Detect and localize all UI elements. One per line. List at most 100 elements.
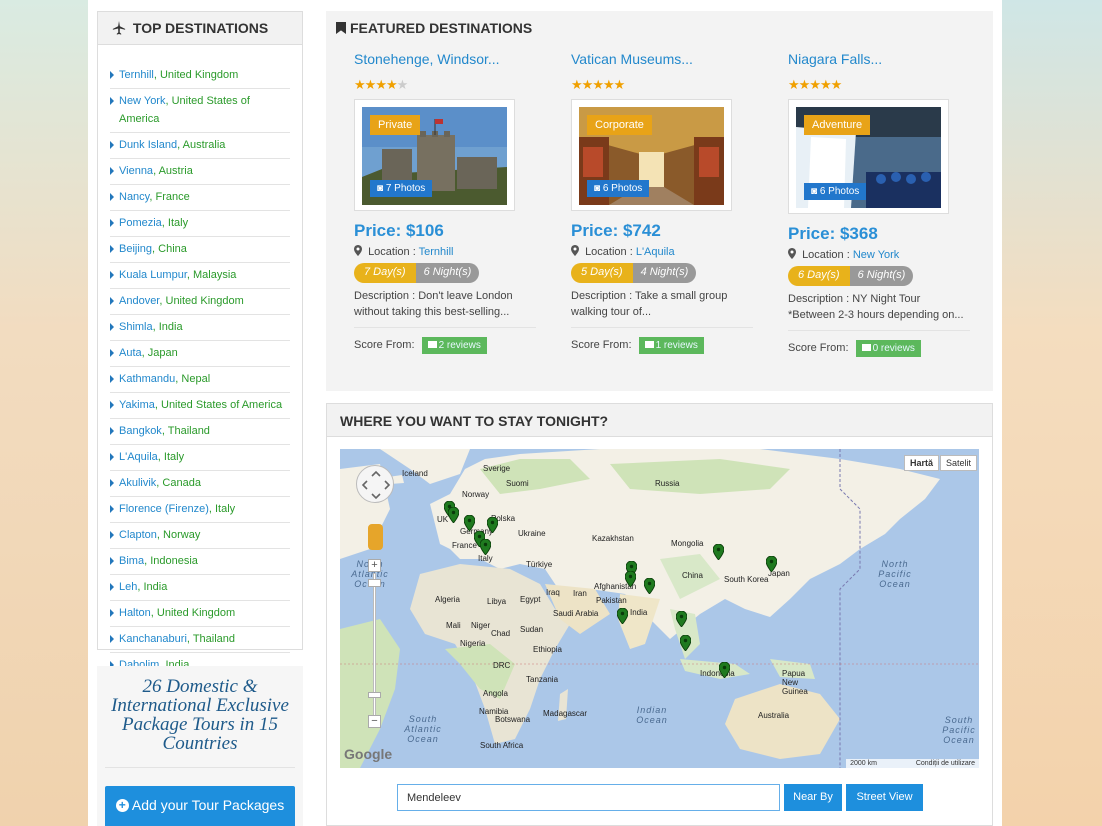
destination-item[interactable]: Ternhill, United Kingdom [110,63,290,89]
destination-city[interactable]: Dunk Island [119,139,177,151]
destination-item[interactable]: Kuala Lumpur, Malaysia [110,263,290,289]
destination-city[interactable]: Akulivik [119,477,156,489]
destination-item[interactable]: New York, United States of America [110,89,290,133]
destination-item[interactable]: Nancy, France [110,185,290,211]
featured-header: FEATURED DESTINATIONS [336,20,532,36]
destination-item[interactable]: Bangkok, Thailand [110,419,290,445]
card-thumbnail[interactable]: Corporate ◙ 6 Photos [571,99,732,211]
map-marker[interactable] [464,515,475,531]
location-search-input[interactable] [397,784,780,811]
destination-city[interactable]: Vienna [119,165,153,177]
near-by-button[interactable]: Near By [784,784,842,811]
card-title[interactable]: Niagara Falls... [788,51,978,71]
location-link[interactable]: Ternhill [419,246,454,258]
reviews-count: 2 reviews [438,340,481,351]
destination-item[interactable]: Florence (Firenze), Italy [110,497,290,523]
destination-item[interactable]: Kanchanaburi, Thailand [110,627,290,653]
destination-city[interactable]: Kathmandu [119,373,175,385]
destination-item[interactable]: Auta, Japan [110,341,290,367]
map-marker[interactable] [713,544,724,560]
add-tour-label: Add your Tour Packages [131,797,285,813]
map-marker[interactable] [617,608,628,624]
destination-city[interactable]: Halton [119,607,151,619]
destination-city[interactable]: Kuala Lumpur [119,269,187,281]
street-view-button[interactable]: Street View [846,784,923,811]
destination-country: Australia [182,139,226,151]
top-destinations-panel: TOP DESTINATIONS Ternhill, United Kingdo… [97,11,303,679]
map-label: Norway [462,490,490,499]
map-marker[interactable] [644,578,655,594]
map-marker[interactable] [487,517,498,533]
map-marker[interactable] [448,507,459,523]
map-label: South Korea [724,575,769,584]
destination-city[interactable]: Clapton [119,529,157,541]
destination-item[interactable]: Clapton, Norway [110,523,290,549]
map-marker[interactable] [676,611,687,627]
terms-link[interactable]: Condiții de utilizare [916,760,975,767]
map-marker[interactable] [766,556,777,572]
destination-item[interactable]: Vienna, Austria [110,159,290,185]
card-thumbnail[interactable]: Adventure ◙ 6 Photos [788,99,949,214]
destination-item[interactable]: Leh, India [110,575,290,601]
destination-city[interactable]: Auta [119,347,142,359]
map-marker[interactable] [719,662,730,678]
world-map[interactable]: North Atlantic Ocean North Pacific Ocean… [340,449,979,768]
add-tour-button[interactable]: + Add your Tour Packages [105,786,295,826]
zoom-slider-handle[interactable] [368,579,381,587]
destination-city[interactable]: Florence (Firenze) [119,503,209,515]
destination-city[interactable]: Bima [119,555,144,567]
map-label: DRC [493,661,511,670]
destination-city[interactable]: Nancy [119,191,149,203]
destination-item[interactable]: Beijing, China [110,237,290,263]
destination-item[interactable]: Yakima, United States of America [110,393,290,419]
destination-city[interactable]: L'Aquila [119,451,158,463]
destination-country: Malaysia [193,269,237,281]
zoom-slider[interactable] [373,573,376,725]
reviews-button[interactable]: 1 reviews [638,337,704,354]
destination-city[interactable]: Kanchanaburi [119,633,187,645]
card-thumbnail[interactable]: Private ◙ 7 Photos [354,99,515,211]
map-marker[interactable] [625,571,636,587]
reviews-button[interactable]: 0 reviews [855,340,921,357]
zoom-out-button[interactable]: − [368,715,381,728]
comment-icon [861,344,871,351]
zoom-in-button[interactable]: + [368,559,381,572]
destination-item[interactable]: Akulivik, Canada [110,471,290,497]
destination-city[interactable]: Pomezia [119,217,162,229]
destination-item[interactable]: Pomezia, Italy [110,211,290,237]
map-type-map-button[interactable]: Hartă [903,455,939,471]
destination-item[interactable]: L'Aquila, Italy [110,445,290,471]
map-marker[interactable] [680,635,691,651]
street-view-pegman-icon[interactable] [368,524,383,550]
reviews-button[interactable]: 2 reviews [421,337,487,354]
card-title[interactable]: Vatican Museums... [571,51,761,71]
destination-city[interactable]: Beijing [119,243,152,255]
destination-item[interactable]: Kathmandu, Nepal [110,367,290,393]
map-marker[interactable] [480,539,491,555]
destination-item[interactable]: Halton, United Kingdom [110,601,290,627]
destination-country: India [143,581,168,593]
map-type-satellite-button[interactable]: Satelit [939,455,977,471]
destination-item[interactable]: Shimla, India [110,315,290,341]
map-label: Türkiye [526,560,553,569]
destination-city[interactable]: Andover [119,295,159,307]
destination-city[interactable]: Leh [119,581,137,593]
destination-city[interactable]: Yakima [119,399,155,411]
map-label: Iceland [402,469,428,478]
card-price: Price: $742 [571,221,661,240]
pan-control[interactable] [356,465,394,503]
card-title[interactable]: Stonehenge, Windsor... [354,51,544,71]
destination-city[interactable]: New York [119,95,165,107]
location-link[interactable]: L'Aquila [636,246,675,258]
destination-item[interactable]: Bima, Indonesia [110,549,290,575]
map-label: Sudan [520,625,544,634]
destination-item[interactable]: Dunk Island, Australia [110,133,290,159]
destination-city[interactable]: Bangkok [119,425,162,437]
promo-divider [105,767,295,768]
destination-city[interactable]: Shimla [119,321,153,333]
destination-item[interactable]: Andover, United Kingdom [110,289,290,315]
destination-city[interactable]: Ternhill [119,69,154,81]
photos-count: 6 Photos [602,183,643,194]
location-link[interactable]: New York [853,249,899,261]
zoom-slider-thumb[interactable] [368,692,381,698]
